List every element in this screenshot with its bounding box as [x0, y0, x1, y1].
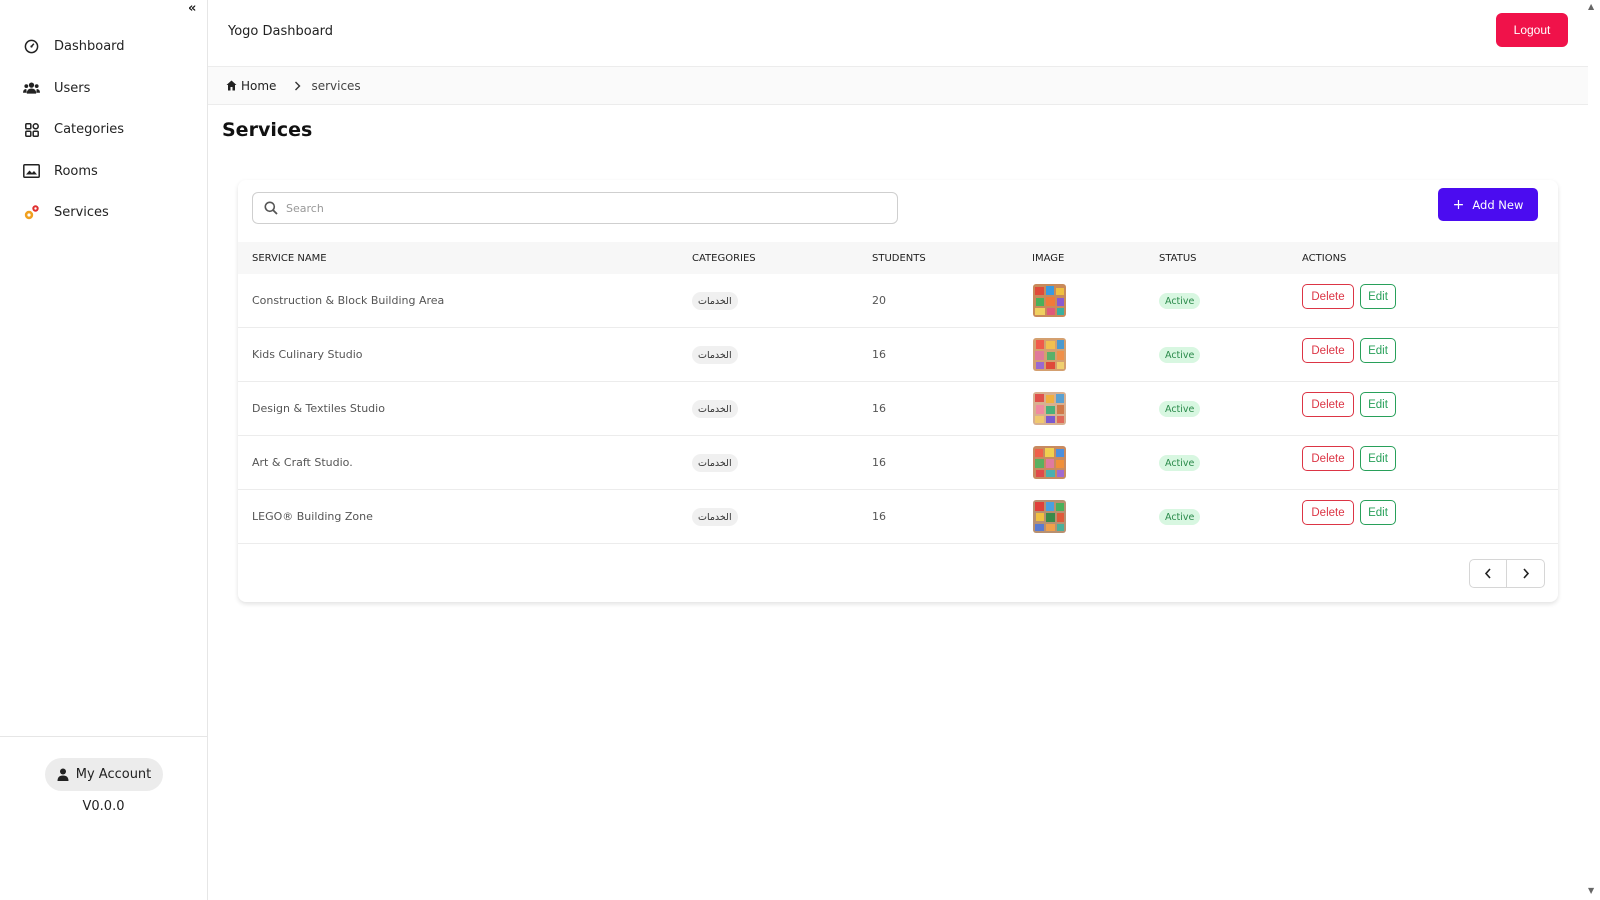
sidebar-item-users[interactable]: Users: [0, 68, 207, 110]
app-title: Yogo Dashboard: [228, 24, 334, 39]
chevron-right-icon: [1522, 568, 1529, 579]
edit-button[interactable]: Edit: [1360, 284, 1396, 309]
students-count: 20: [872, 294, 886, 307]
edit-button[interactable]: Edit: [1360, 500, 1396, 525]
status-badge: Active: [1159, 347, 1201, 363]
service-thumbnail[interactable]: [1033, 284, 1066, 317]
service-thumbnail[interactable]: [1033, 500, 1066, 533]
table-row: Design & Textiles Studio الخدمات 16 Acti…: [238, 382, 1558, 436]
plus-icon: +: [1452, 196, 1465, 213]
breadcrumb: Home services: [208, 67, 1588, 105]
category-badge: الخدمات: [692, 346, 738, 364]
header-students: STUDENTS: [872, 253, 926, 264]
category-badge: الخدمات: [692, 400, 738, 418]
user-icon: [57, 768, 69, 781]
breadcrumb-current: services: [311, 78, 361, 93]
add-new-label: Add New: [1472, 197, 1524, 212]
table-row: Construction & Block Building Area الخدم…: [238, 274, 1558, 328]
service-thumbnail[interactable]: [1033, 446, 1066, 479]
service-thumbnail[interactable]: [1033, 392, 1066, 425]
header-image: IMAGE: [1032, 253, 1065, 264]
sidebar: « Dashboard Users Categories Rooms Servi…: [0, 0, 208, 900]
scroll-up-icon[interactable]: ▲: [1588, 2, 1594, 11]
logout-button[interactable]: Logout: [1496, 13, 1568, 47]
breadcrumb-home[interactable]: Home: [226, 79, 276, 93]
students-count: 16: [872, 510, 886, 523]
delete-button[interactable]: Delete: [1302, 284, 1354, 309]
my-account-button[interactable]: My Account: [45, 758, 163, 791]
category-badge: الخدمات: [692, 454, 738, 472]
students-count: 16: [872, 402, 886, 415]
sidebar-item-label: Services: [54, 205, 109, 221]
header-service-name: SERVICE NAME: [252, 253, 327, 264]
pagination: [1469, 559, 1545, 588]
edit-button[interactable]: Edit: [1360, 446, 1396, 471]
students-count: 16: [872, 348, 886, 361]
home-icon: [226, 80, 237, 91]
services-card: + Add New SERVICE NAME CATEGORIES STUDEN…: [238, 180, 1558, 602]
status-badge: Active: [1159, 509, 1201, 525]
table-header: SERVICE NAME CATEGORIES STUDENTS IMAGE S…: [238, 242, 1558, 274]
collapse-sidebar-icon[interactable]: «: [188, 1, 196, 16]
service-name: Kids Culinary Studio: [252, 348, 363, 361]
category-badge: الخدمات: [692, 508, 738, 526]
students-count: 16: [872, 456, 886, 469]
scroll-down-icon[interactable]: ▼: [1588, 886, 1594, 895]
breadcrumb-home-label: Home: [241, 78, 277, 93]
delete-button[interactable]: Delete: [1302, 338, 1354, 363]
status-badge: Active: [1159, 455, 1201, 471]
sidebar-item-label: Rooms: [54, 163, 98, 179]
service-name: LEGO® Building Zone: [252, 510, 373, 523]
service-name: Construction & Block Building Area: [252, 294, 445, 307]
top-header: Yogo Dashboard Logout: [208, 0, 1588, 67]
my-account-label: My Account: [75, 767, 152, 782]
image-frame-icon: [23, 163, 40, 180]
service-name: Design & Textiles Studio: [252, 402, 385, 415]
service-name: Art & Craft Studio.: [252, 456, 353, 469]
search-icon: [264, 201, 278, 215]
grid-icon: [23, 121, 40, 138]
service-thumbnail[interactable]: [1033, 338, 1066, 371]
delete-button[interactable]: Delete: [1302, 392, 1354, 417]
header-categories: CATEGORIES: [692, 253, 756, 264]
chevron-right-icon: [294, 81, 301, 91]
sidebar-item-services[interactable]: Services: [0, 192, 207, 234]
status-badge: Active: [1159, 293, 1201, 309]
gears-icon: [23, 204, 40, 221]
sidebar-item-label: Categories: [54, 122, 125, 138]
add-new-button[interactable]: + Add New: [1438, 188, 1538, 221]
sidebar-item-label: Dashboard: [54, 39, 125, 55]
table-row: Art & Craft Studio. الخدمات 16 Active De…: [238, 436, 1558, 490]
table-row: LEGO® Building Zone الخدمات 16 Active De…: [238, 490, 1558, 544]
header-actions: ACTIONS: [1302, 253, 1347, 264]
delete-button[interactable]: Delete: [1302, 500, 1354, 525]
page-title: Services: [222, 119, 313, 141]
sidebar-item-rooms[interactable]: Rooms: [0, 151, 207, 193]
status-badge: Active: [1159, 401, 1201, 417]
next-page-button[interactable]: [1507, 560, 1544, 587]
sidebar-item-categories[interactable]: Categories: [0, 109, 207, 151]
sidebar-item-label: Users: [54, 80, 91, 96]
edit-button[interactable]: Edit: [1360, 392, 1396, 417]
users-icon: [23, 80, 40, 97]
sidebar-item-dashboard[interactable]: Dashboard: [0, 26, 207, 68]
category-badge: الخدمات: [692, 292, 738, 310]
gauge-icon: [23, 38, 40, 55]
chevron-left-icon: [1484, 568, 1491, 579]
previous-page-button[interactable]: [1470, 560, 1508, 587]
sidebar-nav: Dashboard Users Categories Rooms Service…: [0, 26, 207, 234]
delete-button[interactable]: Delete: [1302, 446, 1354, 471]
header-status: STATUS: [1159, 253, 1197, 264]
sidebar-footer: My Account V0.0.0: [0, 736, 207, 900]
edit-button[interactable]: Edit: [1360, 338, 1396, 363]
search-box[interactable]: [252, 192, 898, 224]
search-input[interactable]: [286, 201, 866, 215]
table-row: Kids Culinary Studio الخدمات 16 Active D…: [238, 328, 1558, 382]
version-label: V0.0.0: [82, 799, 125, 814]
